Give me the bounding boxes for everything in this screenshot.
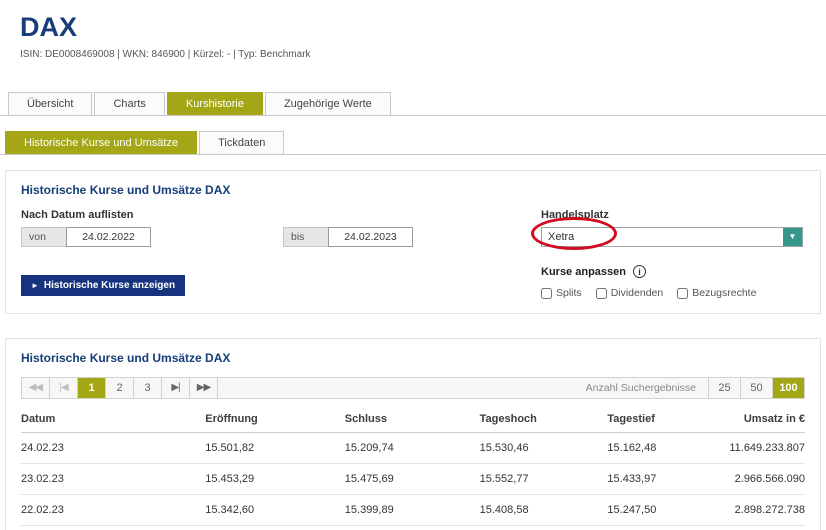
checkbox-splits[interactable]: Splits — [541, 287, 582, 299]
kurse-anpassen-label: Kurse anpassen — [541, 265, 626, 278]
pager-page-1[interactable]: 1 — [78, 378, 106, 398]
table-row: 22.02.23 15.342,60 15.399,89 15.408,58 1… — [21, 494, 805, 526]
table-row: 21.02.23 15.450,62 15.397,62 15.470,52 1… — [21, 525, 805, 530]
pagination-bar: ◀◀ |◀ 1 2 3 ▶| ▶▶ Anzahl Suchergebnisse … — [21, 377, 805, 399]
pager-page-2[interactable]: 2 — [106, 378, 134, 398]
cell-eroeffnung: 15.342,60 — [205, 494, 345, 526]
splits-label: Splits — [556, 287, 582, 299]
checkbox-bezugsrechte[interactable]: Bezugsrechte — [677, 287, 756, 299]
cell-eroeffnung: 15.501,82 — [205, 432, 345, 464]
cell-tageshoch: 15.552,77 — [479, 463, 608, 495]
pager-fast-back-button[interactable]: ◀◀ — [22, 378, 50, 398]
cell-eroeffnung: 15.453,29 — [205, 463, 345, 495]
handelsplatz-select[interactable]: Xetra ▼ — [541, 227, 803, 247]
results-count-label: Anzahl Suchergebnisse — [585, 382, 696, 394]
filter-panel-heading: Historische Kurse und Umsätze DAX — [21, 183, 231, 197]
results-panel-heading: Historische Kurse und Umsätze DAX — [21, 351, 231, 365]
dividenden-checkbox-input[interactable] — [595, 287, 607, 299]
tab-zugehoerige-werte[interactable]: Zugehörige Werte — [264, 92, 391, 115]
cell-schluss: 15.397,62 — [344, 525, 480, 530]
cell-tagestief: 15.433,97 — [607, 463, 718, 495]
col-tagestief: Tagestief — [607, 407, 718, 433]
page-title: DAX — [20, 12, 78, 42]
cell-schluss: 15.475,69 — [344, 463, 480, 495]
show-historic-prices-label: Historische Kurse anzeigen — [43, 280, 176, 291]
tab-kurshistorie[interactable]: Kurshistorie — [166, 92, 263, 115]
cell-eroeffnung: 15.450,62 — [205, 525, 345, 530]
cell-umsatz: 2.898.272.738 — [717, 494, 805, 526]
table-row: 24.02.23 15.501,82 15.209,74 15.530,46 1… — [21, 432, 805, 464]
pager-spacer — [218, 378, 574, 398]
results-panel: Historische Kurse und Umsätze DAX ◀◀ |◀ … — [5, 338, 821, 530]
instrument-meta: ISIN: DE0008469008 | WKN: 846900 | Kürze… — [20, 49, 311, 60]
table-row: 23.02.23 15.453,29 15.475,69 15.552,77 1… — [21, 463, 805, 495]
cell-datum: 22.02.23 — [21, 494, 206, 526]
col-schluss: Schluss — [344, 407, 480, 433]
to-date-label: bis — [283, 227, 328, 247]
handelsplatz-selected-value: Xetra — [548, 231, 575, 243]
col-tageshoch: Tageshoch — [479, 407, 608, 433]
sub-tab-bar: Historische Kurse und Umsätze Tickdaten — [0, 131, 826, 155]
page-size-100[interactable]: 100 — [772, 378, 804, 398]
cell-umsatz: 2.673.197.705 — [717, 525, 805, 530]
filter-panel: Historische Kurse und Umsätze DAX Nach D… — [5, 170, 821, 314]
dividenden-label: Dividenden — [610, 287, 664, 299]
table-header-row: Datum Eröffnung Schluss Tageshoch Tagest… — [21, 407, 805, 433]
show-historic-prices-button[interactable]: ► Historische Kurse anzeigen — [21, 275, 186, 296]
cell-datum: 23.02.23 — [21, 463, 206, 495]
to-date-input[interactable] — [328, 227, 413, 247]
info-icon[interactable]: i — [632, 265, 646, 278]
cell-tagestief: 15.162,48 — [607, 432, 718, 464]
page-size-50[interactable]: 50 — [740, 378, 772, 398]
col-umsatz: Umsatz in € — [717, 407, 805, 433]
pager-forward-button[interactable]: ▶| — [162, 378, 190, 398]
handelsplatz-label: Handelsplatz — [541, 209, 609, 221]
tab-charts[interactable]: Charts — [94, 92, 165, 115]
cell-umsatz: 11.649.233.807 — [717, 432, 805, 464]
col-eroeffnung: Eröffnung — [205, 407, 345, 433]
chevron-down-icon[interactable]: ▼ — [783, 228, 802, 246]
bezugsrechte-label: Bezugsrechte — [692, 287, 757, 299]
pager-back-button[interactable]: |◀ — [50, 378, 78, 398]
pager-fast-forward-button[interactable]: ▶▶ — [190, 378, 218, 398]
play-icon: ► — [31, 281, 39, 290]
date-filter-label: Nach Datum auflisten — [21, 209, 134, 221]
cell-tagestief: 15.247,50 — [607, 494, 718, 526]
subtab-historische-kurse[interactable]: Historische Kurse und Umsätze — [5, 131, 198, 154]
instrument-header: DAX ISIN: DE0008469008 | WKN: 846900 | K… — [0, 0, 826, 60]
cell-umsatz: 2.966.566.090 — [717, 463, 805, 495]
cell-datum: 21.02.23 — [21, 525, 206, 530]
from-date-input[interactable] — [66, 227, 151, 247]
bezugsrechte-checkbox-input[interactable] — [677, 287, 689, 299]
col-datum: Datum — [21, 407, 206, 433]
cell-schluss: 15.399,89 — [344, 494, 480, 526]
cell-tageshoch: 15.408,58 — [479, 494, 608, 526]
cell-tagestief: 15.286,71 — [607, 525, 718, 530]
main-tab-bar: Übersicht Charts Kurshistorie Zugehörige… — [0, 92, 826, 116]
page-size-25[interactable]: 25 — [708, 378, 740, 398]
splits-checkbox-input[interactable] — [541, 287, 552, 299]
checkbox-dividenden[interactable]: Dividenden — [595, 287, 664, 299]
cell-schluss: 15.209,74 — [344, 432, 480, 464]
from-date-label: von — [21, 227, 66, 247]
page: DAX ISIN: DE0008469008 | WKN: 846900 | K… — [0, 0, 826, 530]
tab-uebersicht[interactable]: Übersicht — [8, 92, 93, 115]
historic-prices-table: Datum Eröffnung Schluss Tageshoch Tagest… — [21, 407, 805, 530]
pager-page-3[interactable]: 3 — [134, 378, 162, 398]
cell-tageshoch: 15.530,46 — [479, 432, 608, 464]
subtab-tickdaten[interactable]: Tickdaten — [199, 131, 285, 154]
adjustment-checkboxes: Splits Dividenden Bezugsrechte — [541, 287, 805, 299]
cell-tageshoch: 15.470,52 — [479, 525, 608, 530]
cell-datum: 24.02.23 — [21, 432, 206, 464]
